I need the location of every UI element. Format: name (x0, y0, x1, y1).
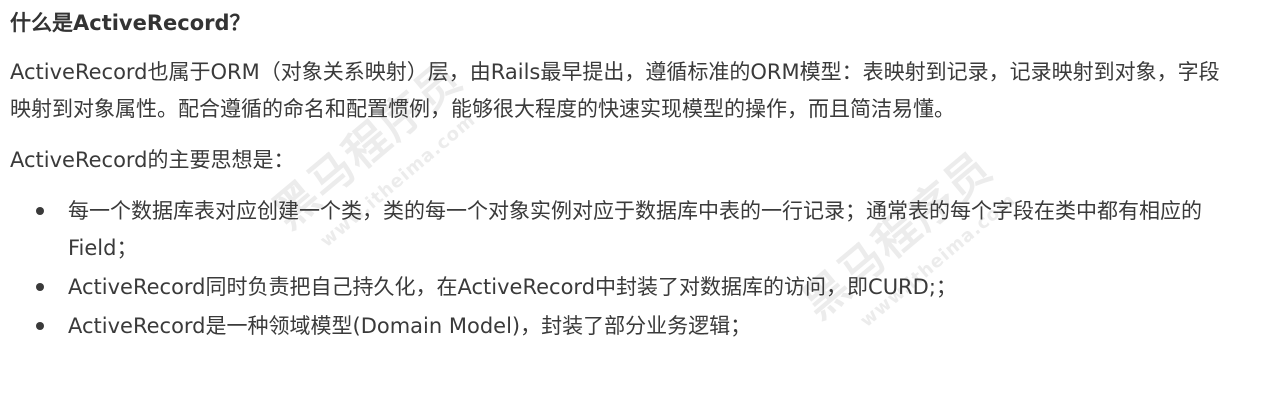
list-item-text: ActiveRecord是一种领域模型(Domain Model)，封装了部分业… (68, 314, 752, 338)
list-item-text: ActiveRecord同时负责把自己持久化，在ActiveRecord中封装了… (68, 275, 957, 299)
bullet-dot-icon (36, 322, 44, 330)
bullet-dot-icon (36, 207, 44, 215)
section-heading: 什么是ActiveRecord？ (10, 11, 251, 35)
main-idea-paragraph: ActiveRecord的主要思想是： (10, 148, 295, 172)
article: 什么是ActiveRecord？ ActiveRecord也属于ORM（对象关系… (0, 0, 1235, 345)
intro-paragraph: ActiveRecord也属于ORM（对象关系映射）层，由Rails最早提出，遵… (10, 60, 1220, 121)
list-item: ActiveRecord同时负责把自己持久化，在ActiveRecord中封装了… (36, 269, 1218, 306)
list-item: 每一个数据库表对应创建一个类，类的每一个对象实例对应于数据库中表的一行记录；通常… (36, 193, 1218, 267)
list-item: ActiveRecord是一种领域模型(Domain Model)，封装了部分业… (36, 308, 1218, 345)
list-item-text: 每一个数据库表对应创建一个类，类的每一个对象实例对应于数据库中表的一行记录；通常… (68, 199, 1202, 260)
bullet-dot-icon (36, 283, 44, 291)
idea-list: 每一个数据库表对应创建一个类，类的每一个对象实例对应于数据库中表的一行记录；通常… (10, 193, 1235, 345)
